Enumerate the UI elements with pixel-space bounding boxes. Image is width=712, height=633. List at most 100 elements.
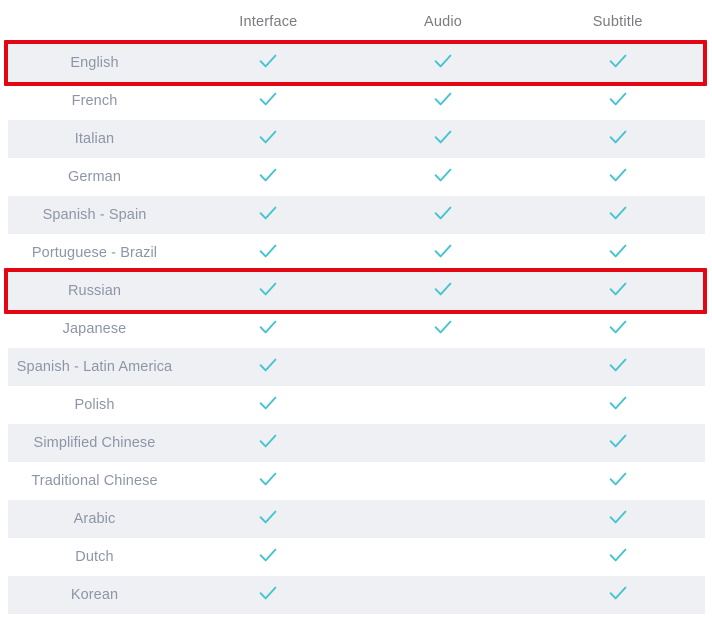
- header-cell-interface: Interface: [181, 13, 356, 31]
- cell-interface: [181, 202, 356, 229]
- cell-interface: [181, 468, 356, 495]
- check-icon: [257, 278, 279, 300]
- check-icon: [607, 582, 629, 604]
- cell-subtitle: [530, 392, 705, 419]
- cell-language: Japanese: [8, 320, 181, 338]
- empty-cell: [443, 446, 444, 447]
- table-row[interactable]: Russian: [8, 272, 705, 310]
- empty-cell: [443, 370, 444, 371]
- check-icon: [432, 202, 454, 224]
- check-icon: [607, 88, 629, 110]
- table-row[interactable]: Polish: [8, 386, 705, 424]
- table-row[interactable]: Spanish - Latin America: [8, 348, 705, 386]
- cell-subtitle: [530, 316, 705, 343]
- cell-language: German: [8, 168, 181, 186]
- table-row[interactable]: French: [8, 82, 705, 120]
- check-icon: [257, 126, 279, 148]
- check-icon: [257, 88, 279, 110]
- cell-audio: [356, 358, 531, 376]
- check-icon: [257, 50, 279, 72]
- cell-audio: [356, 316, 531, 343]
- check-icon: [257, 392, 279, 414]
- table-row[interactable]: Arabic: [8, 500, 705, 538]
- cell-subtitle: [530, 50, 705, 77]
- check-icon: [432, 50, 454, 72]
- cell-subtitle: [530, 88, 705, 115]
- cell-interface: [181, 278, 356, 305]
- cell-audio: [356, 510, 531, 528]
- check-icon: [607, 278, 629, 300]
- cell-subtitle: [530, 430, 705, 457]
- table-row[interactable]: Simplified Chinese: [8, 424, 705, 462]
- language-name: Spanish - Latin America: [16, 359, 173, 375]
- check-icon: [607, 50, 629, 72]
- cell-audio: [356, 472, 531, 490]
- check-icon: [607, 202, 629, 224]
- language-name: Portuguese - Brazil: [31, 245, 158, 261]
- empty-cell: [443, 560, 444, 561]
- table-row[interactable]: English: [8, 44, 705, 82]
- cell-subtitle: [530, 506, 705, 533]
- empty-cell: [443, 408, 444, 409]
- cell-subtitle: [530, 164, 705, 191]
- check-icon: [607, 392, 629, 414]
- table-row[interactable]: Dutch: [8, 538, 705, 576]
- table-row[interactable]: Japanese: [8, 310, 705, 348]
- language-name: Polish: [74, 397, 115, 413]
- check-icon: [607, 506, 629, 528]
- cell-language: Russian: [8, 282, 181, 300]
- language-name: Spanish - Spain: [42, 207, 147, 223]
- cell-language: Dutch: [8, 548, 181, 566]
- check-icon: [607, 164, 629, 186]
- check-icon: [257, 506, 279, 528]
- cell-interface: [181, 316, 356, 343]
- empty-cell: [443, 522, 444, 523]
- check-icon: [607, 354, 629, 376]
- cell-audio: [356, 396, 531, 414]
- check-icon: [607, 240, 629, 262]
- check-icon: [432, 278, 454, 300]
- language-name: Korean: [70, 587, 119, 603]
- check-icon: [257, 164, 279, 186]
- language-name: Traditional Chinese: [31, 473, 158, 489]
- check-icon: [257, 316, 279, 338]
- table-row[interactable]: Korean: [8, 576, 705, 614]
- language-support-table: Interface Audio Subtitle English French It…: [0, 0, 712, 614]
- check-icon: [257, 582, 279, 604]
- check-icon: [257, 202, 279, 224]
- empty-cell: [443, 484, 444, 485]
- header-cell-subtitle: Subtitle: [530, 13, 705, 31]
- language-name: Simplified Chinese: [33, 435, 156, 451]
- cell-language: Traditional Chinese: [8, 472, 181, 490]
- check-icon: [607, 468, 629, 490]
- cell-language: Spanish - Latin America: [8, 358, 181, 376]
- cell-interface: [181, 50, 356, 77]
- language-name: Dutch: [75, 549, 114, 565]
- check-icon: [432, 240, 454, 262]
- cell-audio: [356, 240, 531, 267]
- table-row[interactable]: Spanish - Spain: [8, 196, 705, 234]
- cell-subtitle: [530, 202, 705, 229]
- cell-audio: [356, 164, 531, 191]
- cell-interface: [181, 126, 356, 153]
- cell-subtitle: [530, 278, 705, 305]
- header-label-subtitle: Subtitle: [592, 14, 643, 30]
- cell-interface: [181, 544, 356, 571]
- cell-subtitle: [530, 240, 705, 267]
- table-row[interactable]: Italian: [8, 120, 705, 158]
- cell-audio: [356, 548, 531, 566]
- cell-audio: [356, 586, 531, 604]
- check-icon: [607, 126, 629, 148]
- table-body: English French Italian German Spanish - Spai…: [0, 44, 712, 614]
- check-icon: [432, 164, 454, 186]
- cell-language: Korean: [8, 586, 181, 604]
- cell-language: Simplified Chinese: [8, 434, 181, 452]
- language-name: Italian: [74, 131, 115, 147]
- cell-subtitle: [530, 544, 705, 571]
- table-row[interactable]: Traditional Chinese: [8, 462, 705, 500]
- cell-subtitle: [530, 354, 705, 381]
- table-row[interactable]: German: [8, 158, 705, 196]
- table-row[interactable]: Portuguese - Brazil: [8, 234, 705, 272]
- check-icon: [432, 316, 454, 338]
- cell-language: Arabic: [8, 510, 181, 528]
